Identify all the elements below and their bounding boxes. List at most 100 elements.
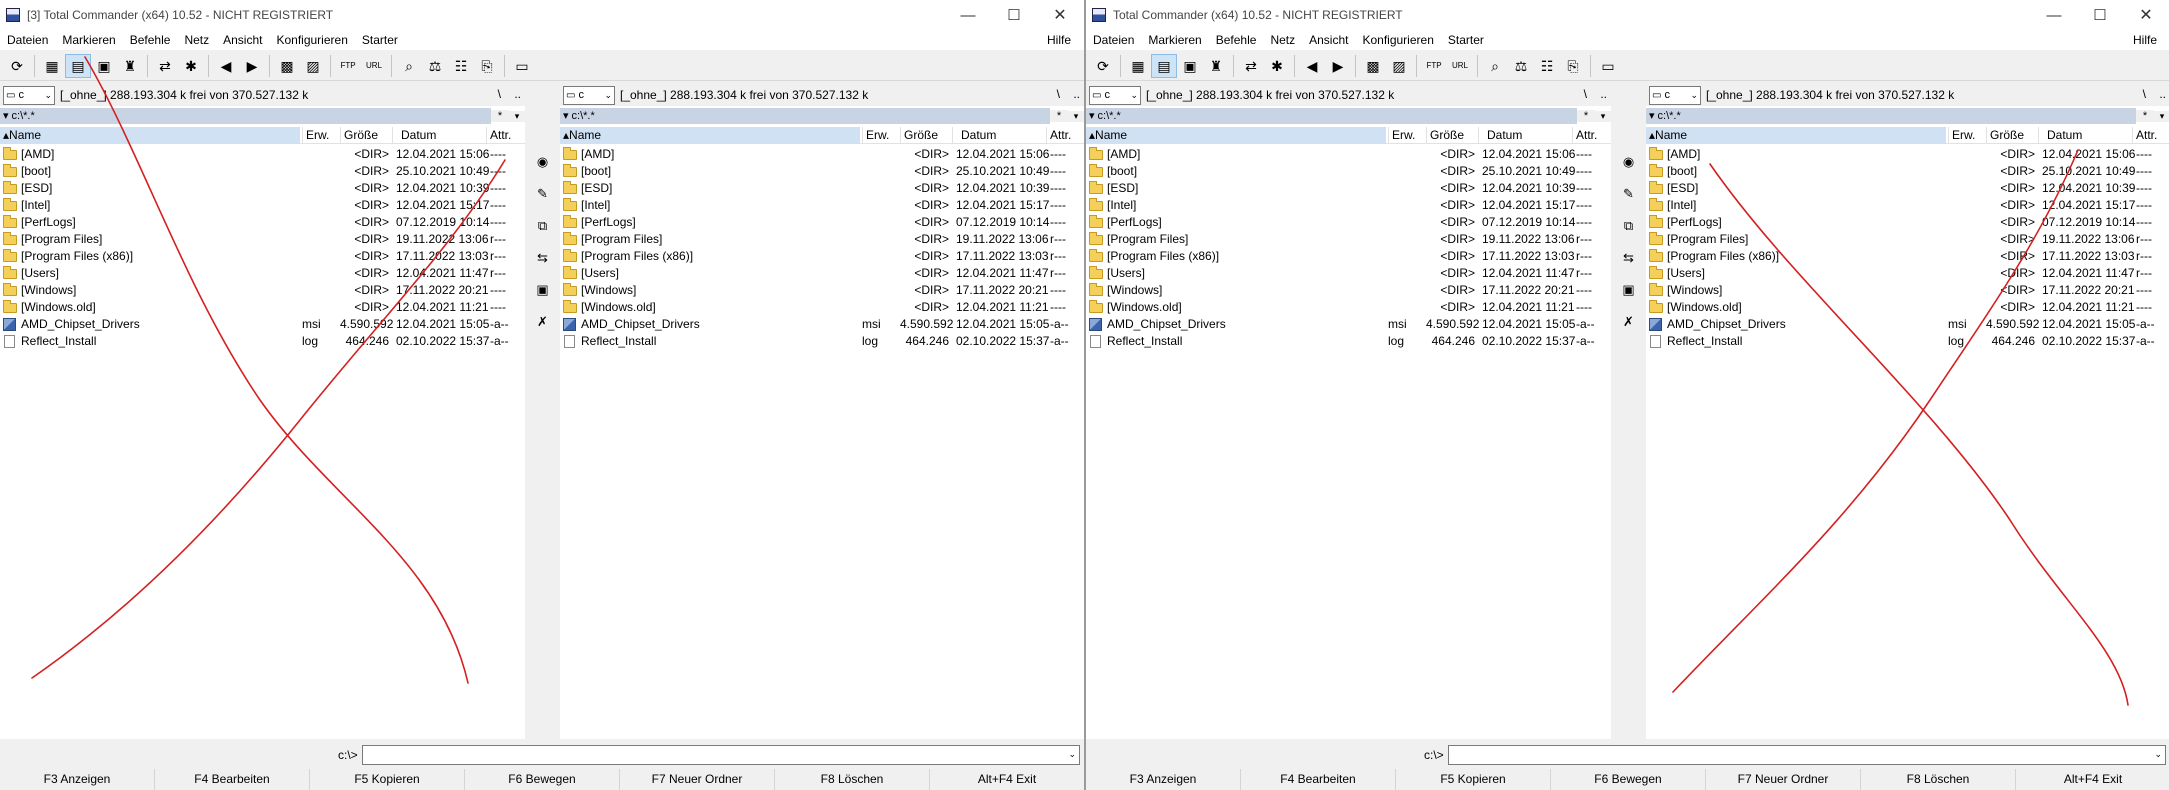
column-attr[interactable]: Attr. <box>2132 127 2169 144</box>
fkey-alt-f4-exit[interactable]: Alt+F4 Exit <box>930 769 1084 790</box>
pack-icon[interactable]: ▩ <box>1360 54 1386 78</box>
column-attr[interactable]: Attr. <box>1046 127 1084 144</box>
refresh-icon[interactable]: ⟳ <box>1090 54 1116 78</box>
file-row[interactable]: AMD_Chipset_Drivers msi 4.590.592 12.04.202… <box>560 316 1084 333</box>
file-row[interactable]: [Intel] <DIR> 12.04.2021 15:17 ---- <box>1646 197 2169 214</box>
fkey-f8-l-schen[interactable]: F8 Löschen <box>1861 769 2016 790</box>
file-row[interactable]: [PerfLogs] <DIR> 07.12.2019 10:14 ---- <box>560 214 1084 231</box>
minimize-button[interactable]: — <box>945 0 991 30</box>
root-dir-button[interactable]: \ <box>2143 87 2146 101</box>
find-icon[interactable]: ⌕ <box>1482 54 1508 78</box>
compare-dirs-icon[interactable]: ⇄ <box>152 54 178 78</box>
select-icon[interactable]: ☷ <box>1534 54 1560 78</box>
delete-file-icon[interactable]: ✗ <box>530 308 556 334</box>
history-button[interactable]: ▾ <box>509 110 525 122</box>
fkey-f7-neuer-ordner[interactable]: F7 Neuer Ordner <box>1706 769 1861 790</box>
file-row[interactable]: [Program Files] <DIR> 19.11.2022 13:06 r--- <box>1086 231 1611 248</box>
file-row[interactable]: Reflect_Install log 464.246 02.10.2022 15:3… <box>0 333 525 350</box>
column-name[interactable]: ▴Name <box>0 127 300 144</box>
file-row[interactable]: AMD_Chipset_Drivers msi 4.590.592 12.04.202… <box>1646 316 2169 333</box>
close-button[interactable]: ✕ <box>1037 0 1083 30</box>
view-file-icon[interactable]: ◉ <box>1616 148 1642 174</box>
column-size[interactable]: Größe <box>1426 127 1478 144</box>
history-button[interactable]: ▾ <box>1068 110 1084 122</box>
edit-file-icon[interactable]: ✎ <box>530 180 556 206</box>
forward-arrow-icon[interactable]: ▶ <box>1325 54 1351 78</box>
fkey-f3-anzeigen[interactable]: F3 Anzeigen <box>0 769 155 790</box>
notepad-icon[interactable]: ▭ <box>1595 54 1621 78</box>
maximize-button[interactable]: ☐ <box>2077 0 2123 30</box>
file-row[interactable]: [Windows] <DIR> 17.11.2022 20:21 ---- <box>560 282 1084 299</box>
unpack-icon[interactable]: ▨ <box>1386 54 1412 78</box>
column-ext[interactable]: Erw. <box>1388 127 1426 144</box>
file-row[interactable]: [Windows.old] <DIR> 12.04.2021 11:21 ---- <box>0 299 525 316</box>
tree-icon[interactable]: ♜ <box>117 54 143 78</box>
file-row[interactable]: [Intel] <DIR> 12.04.2021 15:17 ---- <box>1086 197 1611 214</box>
fkey-f4-bearbeiten[interactable]: F4 Bearbeiten <box>155 769 310 790</box>
menu-item-befehle[interactable]: Befehle <box>123 33 178 47</box>
file-row[interactable]: Reflect_Install log 464.246 02.10.2022 15:3… <box>1646 333 2169 350</box>
drive-select[interactable]: ▭ c ⌄ <box>3 85 55 105</box>
root-dir-button[interactable]: \ <box>498 87 501 101</box>
drive-select[interactable]: ▭ c ⌄ <box>1649 85 1701 105</box>
column-ext[interactable]: Erw. <box>302 127 340 144</box>
file-row[interactable]: [Program Files] <DIR> 19.11.2022 13:06 r--- <box>560 231 1084 248</box>
file-row[interactable]: [Windows.old] <DIR> 12.04.2021 11:21 ---- <box>1086 299 1611 316</box>
file-row[interactable]: [AMD] <DIR> 12.04.2021 15:06 ---- <box>1086 146 1611 163</box>
menu-item-ansicht[interactable]: Ansicht <box>1302 33 1355 47</box>
move-file-icon[interactable]: ⇆ <box>530 244 556 270</box>
menu-item-markieren[interactable]: Markieren <box>1141 33 1208 47</box>
file-row[interactable]: [ESD] <DIR> 12.04.2021 10:39 ---- <box>0 180 525 197</box>
file-row[interactable]: [Intel] <DIR> 12.04.2021 15:17 ---- <box>0 197 525 214</box>
column-size[interactable]: Größe <box>1986 127 2038 144</box>
file-row[interactable]: Reflect_Install log 464.246 02.10.2022 15:3… <box>1086 333 1611 350</box>
file-row[interactable]: [boot] <DIR> 25.10.2021 10:49 ---- <box>1646 163 2169 180</box>
url-icon[interactable]: URL <box>1447 54 1473 78</box>
file-row[interactable]: [Intel] <DIR> 12.04.2021 15:17 ---- <box>560 197 1084 214</box>
column-date[interactable]: Datum <box>392 127 486 144</box>
file-row[interactable]: [ESD] <DIR> 12.04.2021 10:39 ---- <box>1086 180 1611 197</box>
column-ext[interactable]: Erw. <box>862 127 900 144</box>
column-name[interactable]: ▴Name <box>1086 127 1386 144</box>
file-row[interactable]: [Program Files (x86)] <DIR> 17.11.2022 13:… <box>1086 248 1611 265</box>
column-attr[interactable]: Attr. <box>486 127 525 144</box>
copy-names-icon[interactable]: ⎘ <box>1560 54 1586 78</box>
left-panel[interactable]: ▭ c ⌄ [_ohne_] 288.193.304 k frei von 370.5… <box>1086 84 1611 739</box>
new-folder-icon[interactable]: ▣ <box>530 276 556 302</box>
file-row[interactable]: [Users] <DIR> 12.04.2021 11:47 r--- <box>1086 265 1611 282</box>
tree-icon[interactable]: ♜ <box>1203 54 1229 78</box>
menu-item-dateien[interactable]: Dateien <box>0 33 55 47</box>
current-path[interactable]: ▾ c:\*.* <box>560 108 1050 124</box>
chevron-down-icon[interactable]: ⌄ <box>1130 90 1138 101</box>
title-bar[interactable]: Total Commander (x64) 10.52 - NICHT REGI… <box>1086 0 2169 30</box>
edit-file-icon[interactable]: ✎ <box>1616 180 1642 206</box>
ftp-icon[interactable]: FTP <box>1421 54 1447 78</box>
view-brief-icon[interactable]: ▦ <box>39 54 65 78</box>
menu-item-help[interactable]: Hilfe <box>1040 30 1078 50</box>
menu-item-dateien[interactable]: Dateien <box>1086 33 1141 47</box>
chevron-down-icon[interactable]: ⌄ <box>1690 90 1698 101</box>
command-line-input[interactable]: ⌄ <box>1448 745 2166 765</box>
menu-item-ansicht[interactable]: Ansicht <box>216 33 269 47</box>
file-row[interactable]: [PerfLogs] <DIR> 07.12.2019 10:14 ---- <box>1086 214 1611 231</box>
sync-dirs-icon[interactable]: ⚖ <box>422 54 448 78</box>
hotlist-button[interactable]: * <box>1577 110 1595 122</box>
view-full-icon[interactable]: ▤ <box>65 53 91 78</box>
fkey-f7-neuer-ordner[interactable]: F7 Neuer Ordner <box>620 769 775 790</box>
column-ext[interactable]: Erw. <box>1948 127 1986 144</box>
hotlist-button[interactable]: * <box>491 110 509 122</box>
file-row[interactable]: [AMD] <DIR> 12.04.2021 15:06 ---- <box>0 146 525 163</box>
drive-select[interactable]: ▭ c ⌄ <box>1089 85 1141 105</box>
back-arrow-icon[interactable]: ◀ <box>213 54 239 78</box>
file-row[interactable]: [Users] <DIR> 12.04.2021 11:47 r--- <box>560 265 1084 282</box>
drive-select[interactable]: ▭ c ⌄ <box>563 85 615 105</box>
ftp-icon[interactable]: FTP <box>335 54 361 78</box>
column-date[interactable]: Datum <box>2038 127 2132 144</box>
menu-item-befehle[interactable]: Befehle <box>1209 33 1264 47</box>
file-row[interactable]: AMD_Chipset_Drivers msi 4.590.592 12.04.202… <box>0 316 525 333</box>
delete-file-icon[interactable]: ✗ <box>1616 308 1642 334</box>
fkey-f5-kopieren[interactable]: F5 Kopieren <box>310 769 465 790</box>
unpack-icon[interactable]: ▨ <box>300 54 326 78</box>
compare-dirs-icon[interactable]: ⇄ <box>1238 54 1264 78</box>
sync-dirs-icon[interactable]: ⚖ <box>1508 54 1534 78</box>
